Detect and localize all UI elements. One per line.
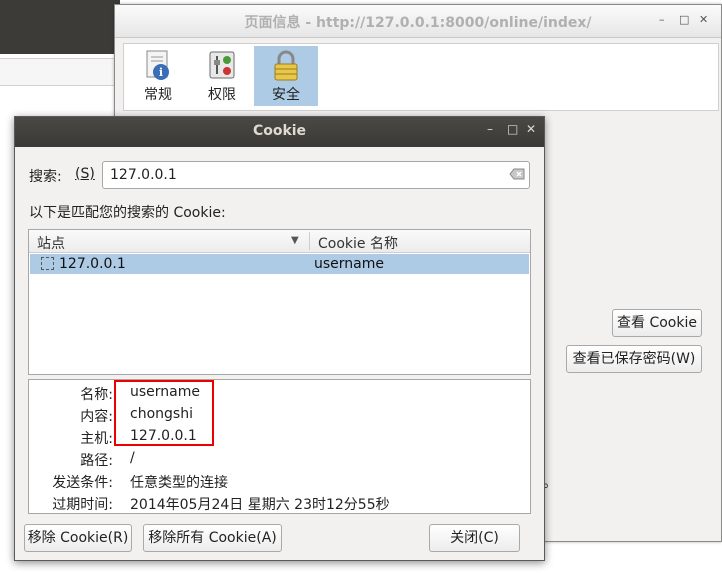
remove-cookie-button[interactable]: 移除 Cookie(R)	[24, 524, 132, 552]
browser-titlebar	[0, 0, 120, 54]
tab-general-label: 常规	[144, 87, 172, 103]
tab-permissions[interactable]: 权限	[190, 46, 254, 106]
clear-icon[interactable]	[509, 168, 525, 180]
svg-text:i: i	[159, 66, 163, 79]
close-button[interactable]: 关闭(C)	[429, 524, 520, 552]
info-icon: i	[146, 50, 169, 80]
cookie-list[interactable]: 站点 ▼ Cookie 名称 127.0.0.1 username	[28, 229, 531, 375]
close-icon[interactable]: ✕	[526, 122, 536, 136]
column-cookie-name[interactable]: Cookie 名称	[318, 233, 398, 253]
view-cookies-label: 查看 Cookie	[617, 315, 697, 331]
detail-path-label: 路径:	[80, 453, 113, 469]
sort-down-icon[interactable]: ▼	[291, 235, 299, 246]
detail-send-for-label: 发送条件:	[52, 475, 113, 491]
lock-icon	[274, 50, 298, 81]
maximize-icon[interactable]: □	[679, 13, 689, 26]
remove-all-cookies-button[interactable]: 移除所有 Cookie(A)	[143, 524, 282, 552]
view-passwords-label: 查看已保存密码(W)	[572, 351, 696, 367]
minimize-icon[interactable]: –	[659, 13, 665, 26]
view-cookies-button[interactable]: 查看 Cookie	[612, 309, 702, 337]
search-label: 搜索:	[29, 169, 62, 185]
page-info-title: 页面信息 - http://127.0.0.1:8000/online/inde…	[244, 15, 592, 31]
detail-path-value: /	[130, 450, 135, 466]
column-separator	[309, 232, 310, 250]
search-value: 127.0.0.1	[110, 167, 177, 183]
row-cookie-name: username	[314, 256, 384, 272]
browser-url-bar	[0, 58, 120, 86]
detail-expires-label: 过期时间:	[52, 497, 113, 513]
row-site: 127.0.0.1	[59, 256, 126, 272]
page-info-titlebar: 页面信息 - http://127.0.0.1:8000/online/inde…	[115, 5, 721, 38]
tab-security-label: 安全	[272, 87, 300, 103]
partial-text: 。	[543, 475, 557, 491]
list-header: 站点 ▼ Cookie 名称	[29, 230, 530, 253]
cookie-details: 名称: username 内容: chongshi 主机: 127.0.0.1 …	[28, 379, 531, 514]
table-row[interactable]: 127.0.0.1 username	[30, 254, 529, 274]
search-accel: (S)	[75, 166, 95, 182]
detail-name-label: 名称:	[80, 387, 113, 403]
detail-expires-value: 2014年05月24日 星期六 23时12分55秒	[130, 497, 390, 513]
maximize-icon[interactable]: □	[507, 122, 518, 136]
remove-cookie-label: 移除 Cookie(R)	[27, 530, 129, 546]
view-saved-passwords-button[interactable]: 查看已保存密码(W)	[566, 345, 702, 373]
detail-send-for-value: 任意类型的连接	[130, 475, 228, 491]
column-site[interactable]: 站点	[37, 233, 65, 253]
tab-general[interactable]: i 常规	[126, 46, 190, 106]
search-input[interactable]: 127.0.0.1	[102, 161, 530, 189]
row-checkbox[interactable]	[41, 257, 54, 270]
cookie-dialog-title: Cookie	[252, 123, 307, 139]
cookie-dialog: Cookie – □ ✕ 搜索: (S) 127.0.0.1 以下是匹配您的搜索…	[14, 116, 545, 561]
close-label: 关闭(C)	[450, 530, 499, 546]
cookie-titlebar: Cookie – □ ✕	[15, 117, 544, 147]
detail-content-label: 内容:	[80, 409, 113, 425]
match-text: 以下是匹配您的搜索的 Cookie:	[29, 205, 226, 221]
tab-security[interactable]: 安全	[254, 46, 318, 106]
page-info-tabs: i 常规 权限 安全	[123, 43, 719, 111]
close-icon[interactable]: ✕	[699, 13, 708, 26]
remove-all-label: 移除所有 Cookie(A)	[148, 530, 277, 546]
annotation-highlight-box	[114, 380, 214, 446]
permissions-icon	[209, 51, 235, 79]
tab-permissions-label: 权限	[208, 87, 236, 103]
detail-host-label: 主机:	[80, 431, 113, 447]
minimize-icon[interactable]: –	[487, 122, 493, 136]
